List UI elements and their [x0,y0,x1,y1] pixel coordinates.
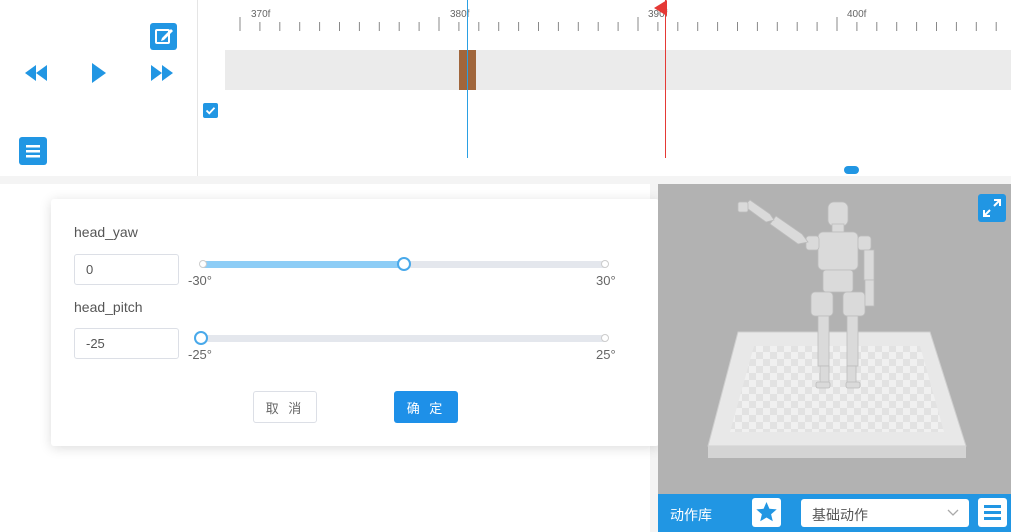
timeline-scrollbar-thumb[interactable] [844,166,859,174]
motion-track[interactable] [225,50,1011,90]
timeline-ruler[interactable]: 370f 380f 390f 400f [198,0,1011,34]
head-yaw-slider-fill [201,261,404,268]
playback-controls [0,0,198,176]
playhead-line[interactable] [665,0,666,158]
tick-label-400: 400f [847,9,867,20]
head-yaw-max-label: 30° [596,273,616,288]
head-pitch-slider-max-dot [601,334,609,342]
fast-forward-icon [151,65,173,81]
horizontal-divider [0,176,1011,184]
edit-icon [155,29,173,44]
head-yaw-min-label: -30° [188,273,212,288]
action-library-bar: 动作库 基础动作 [658,494,1011,532]
head-pitch-slider[interactable] [194,331,609,345]
head-pitch-label: head_pitch [74,299,143,315]
check-icon [205,107,216,115]
head-yaw-slider-max-dot [601,260,609,268]
cancel-button[interactable]: 取 消 [253,391,317,423]
play-button[interactable] [90,62,108,89]
floor-checker [730,346,944,432]
playhead-handle[interactable] [654,0,667,16]
expand-icon [983,199,1001,217]
chevron-down-icon [947,509,959,516]
ruler-ticks [239,17,997,31]
robot-scene [707,199,967,458]
track-checkbox[interactable] [203,103,218,118]
menu-icon [26,145,40,158]
head-pitch-min-label: -25° [188,347,212,362]
fullscreen-button[interactable] [978,194,1006,222]
rewind-icon [25,65,47,81]
head-pitch-max-label: 25° [596,347,616,362]
head-yaw-label: head_yaw [74,224,138,240]
track-menu-button[interactable] [19,137,47,165]
head-yaw-slider-min-dot [199,260,207,268]
rewind-button[interactable] [24,62,48,89]
timeline[interactable]: 370f 380f 390f 400f [198,0,1011,176]
head-yaw-slider-handle[interactable] [397,257,411,271]
tick-label-370: 370f [251,9,271,20]
confirm-button[interactable]: 确 定 [394,391,458,423]
library-menu-button[interactable] [978,498,1007,527]
fast-forward-button[interactable] [150,62,174,89]
head-pitch-slider-handle[interactable] [194,331,208,345]
play-icon [92,63,106,83]
head-pitch-input[interactable] [74,328,179,359]
joint-parameter-dialog: head_yaw -30° 30° head_pitch -25° 25° 取 … [51,199,659,446]
robot-3d-viewport[interactable] [658,184,1011,494]
head-yaw-slider[interactable] [199,257,609,271]
current-frame-cursor [467,0,468,158]
action-category-select[interactable]: 基础动作 [801,499,969,527]
edit-button[interactable] [150,23,177,50]
action-library-label: 动作库 [670,507,712,523]
action-category-value: 基础动作 [812,507,868,523]
star-icon [756,502,777,522]
favorites-button[interactable] [752,498,781,527]
app-root: 370f 380f 390f 400f head_yaw -30° 30° [0,0,1011,532]
menu-icon [984,505,1001,520]
head-yaw-input[interactable] [74,254,179,285]
